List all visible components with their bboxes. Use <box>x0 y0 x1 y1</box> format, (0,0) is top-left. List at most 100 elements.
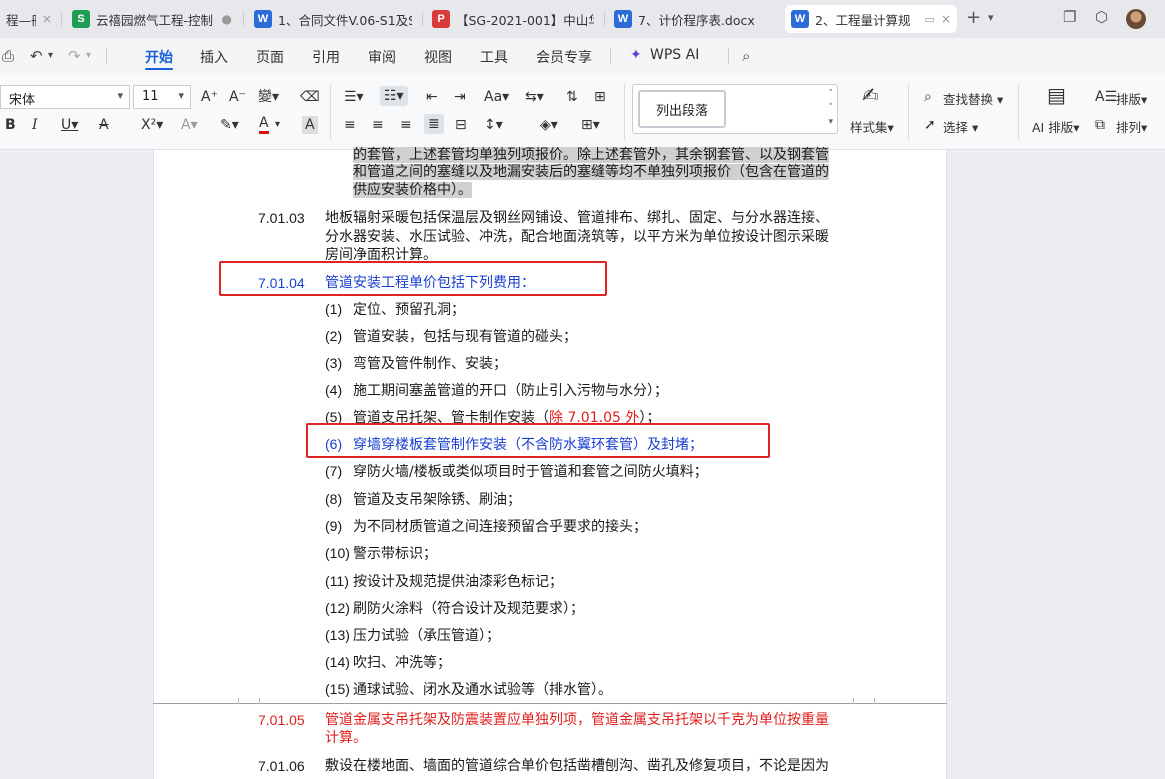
select-button[interactable]: 选择 ▾ <box>943 117 978 136</box>
close-icon[interactable]: × <box>42 12 52 26</box>
style-set-button[interactable]: 样式集▾ <box>850 117 894 136</box>
shading-icon[interactable]: ◈▾ <box>540 116 558 134</box>
bullet-list-icon[interactable]: ☰▾ <box>344 88 364 106</box>
style-set-icon[interactable]: ✍ <box>862 85 879 105</box>
align-left-icon[interactable]: ≡ <box>344 116 356 134</box>
tab-2[interactable]: W 1、合同文件V.06-S1及S2 <box>248 5 418 33</box>
distributed-icon[interactable]: ⊟ <box>455 116 467 134</box>
undo-icon[interactable]: ↶ <box>30 47 43 65</box>
list-item-number: (11) <box>325 573 349 589</box>
print-preview-icon[interactable]: ⎙ <box>2 47 14 65</box>
menu-insert[interactable]: 插入 <box>200 47 228 67</box>
close-icon[interactable]: ● <box>222 12 232 26</box>
numbered-list-icon[interactable]: ☷▾ <box>380 86 408 106</box>
find-replace-label: 查找替换 <box>943 92 994 107</box>
chevron-down-icon[interactable]: ▾ <box>275 116 280 134</box>
highlight-icon[interactable]: ✎▾ <box>220 116 239 134</box>
chevron-down-icon[interactable]: ▾ <box>86 50 91 61</box>
eraser-icon[interactable]: ⌫ <box>300 88 320 106</box>
superscript-icon[interactable]: X²▾ <box>141 116 163 134</box>
chevron-down-icon[interactable]: ▾ <box>988 11 994 24</box>
tab-4[interactable]: W 7、计价程序表.docx <box>608 5 778 33</box>
show-marks-icon[interactable]: ⊞ <box>594 88 606 106</box>
list-item: (2) 管道安装，包括与现有管道的碰头； <box>325 327 577 346</box>
menu-references[interactable]: 引用 <box>312 47 340 67</box>
font-size-combo[interactable]: 11 ▾ <box>133 85 191 109</box>
list-item-number: (8) <box>325 491 343 507</box>
strikethrough-icon[interactable]: A <box>99 116 109 134</box>
tab-label: 1、合同文件V.06-S1及S2 <box>278 12 412 28</box>
redo-icon[interactable]: ↷ <box>68 47 81 65</box>
menu-home[interactable]: 开始 <box>145 47 173 67</box>
menu-member[interactable]: 会员专享 <box>536 47 592 67</box>
paragraph-line: 地板辐射采暖包括保温层及钢丝网铺设、管道排布、绑扎、固定、与分水器连接、 <box>325 210 829 226</box>
paragraph-line: 管道金属支吊托架及防震装置应单独列项，管道金属支吊托架以千克为单位按重量 <box>325 712 829 728</box>
tab-1[interactable]: S 云禧园燃气工程-控制 ● <box>66 5 238 33</box>
list-item: (4) 施工期间塞盖管道的开口（防止引入污物与水分）； <box>325 381 668 400</box>
bold-icon[interactable]: B <box>5 116 16 134</box>
cursor-icon: ➚ <box>924 117 936 133</box>
new-tab-icon[interactable]: + <box>966 7 981 28</box>
avatar[interactable] <box>1126 9 1146 29</box>
arrange-button[interactable]: 排列▾ <box>1116 117 1147 136</box>
list-item: (12) 刷防火涂料（符合设计及规范要求）； <box>325 599 584 618</box>
underline-icon[interactable]: U▾ <box>61 116 78 134</box>
list-item-text: 通球试验、闭水及通水试验等（排水管）。 <box>353 682 612 698</box>
style-gallery[interactable]: 列出段落 ˄ ˅ ▾ <box>632 84 838 134</box>
tab-label: 2、工程量计算规 <box>815 12 911 28</box>
paragraph-line: 供应安装价格中）。 <box>353 182 472 198</box>
font-color-icon[interactable]: A <box>259 116 269 134</box>
align-center-icon[interactable]: ≡ <box>372 116 384 134</box>
menu-view[interactable]: 视图 <box>424 47 452 67</box>
align-right-icon[interactable]: ≡ <box>400 116 412 134</box>
list-item-number: (7) <box>325 463 343 479</box>
increase-indent-icon[interactable]: ⇥ <box>454 88 466 106</box>
style-preview-list-paragraph[interactable]: 列出段落 <box>638 90 726 128</box>
font-name-combo[interactable]: 宋体 ▾ <box>0 85 130 109</box>
list-item-number: (3) <box>325 355 343 371</box>
annotation-box <box>306 423 770 458</box>
list-item-text: 按设计及规范提供油漆彩色标记； <box>353 574 563 590</box>
decrease-font-icon[interactable]: A⁻ <box>229 88 246 106</box>
paragraph-line: 计算。 <box>325 730 367 746</box>
menu-review[interactable]: 审阅 <box>368 47 396 67</box>
borders-icon[interactable]: ⊞▾ <box>581 116 600 134</box>
active-menu-indicator <box>145 68 173 70</box>
close-icon[interactable]: × <box>941 12 951 26</box>
paragraph-line: 的套管，上述套管均单独列项报价。除上述套管外，其余钢套管、以及钢套管 <box>353 147 829 163</box>
tab-3[interactable]: P 【SG-2021-001】中山华 <box>426 5 600 33</box>
monitor-icon[interactable]: ▭ <box>925 13 935 26</box>
cube-icon[interactable]: ⬡ <box>1095 8 1108 26</box>
justify-icon[interactable]: ≣ <box>424 114 444 134</box>
margin-mark <box>853 698 875 704</box>
list-item: (11) 按设计及规范提供油漆彩色标记； <box>325 572 563 591</box>
list-item: (13) 压力试验（承压管道）； <box>325 626 500 645</box>
line-spacing-icon[interactable]: ↕▾ <box>484 116 503 134</box>
gallery-scroll[interactable]: ˄ ˅ ▾ <box>828 87 833 129</box>
increase-font-icon[interactable]: A⁺ <box>201 88 218 106</box>
layout-button[interactable]: 排版▾ <box>1116 89 1147 108</box>
change-case-icon[interactable]: Aa▾ <box>484 88 509 106</box>
search-icon[interactable]: ⌕ <box>742 47 750 65</box>
ai-layout-label: AI 排版 <box>1032 120 1074 135</box>
list-item-text: 刷防火涂料（符合设计及规范要求）； <box>353 601 584 617</box>
chevron-down-icon[interactable]: ▾ <box>48 50 53 61</box>
tab-5-active[interactable]: W 2、工程量计算规 ▭ × <box>785 5 957 33</box>
decrease-indent-icon[interactable]: ⇤ <box>426 88 438 106</box>
list-item: (15) 通球试验、闭水及通水试验等（排水管）。 <box>325 680 612 699</box>
menu-wps-ai[interactable]: WPS AI <box>650 47 699 63</box>
menu-tools[interactable]: 工具 <box>480 47 508 67</box>
char-shading-icon[interactable]: A <box>302 116 318 134</box>
ai-layout-icon[interactable]: ▤ <box>1047 85 1066 105</box>
text-effect-icon[interactable]: A▾ <box>181 116 198 134</box>
phonetic-guide-icon[interactable]: 變▾ <box>258 88 279 106</box>
find-replace-button[interactable]: 查找替换 ▾ <box>943 89 1003 108</box>
text-direction-icon[interactable]: ⇆▾ <box>525 88 544 106</box>
menu-page[interactable]: 页面 <box>256 47 284 67</box>
ai-layout-button[interactable]: AI 排版▾ <box>1032 117 1080 136</box>
window-restore-icon[interactable]: ❐ <box>1063 8 1076 26</box>
italic-icon[interactable]: I <box>32 116 38 134</box>
list-item-number: (10) <box>325 545 350 561</box>
sort-icon[interactable]: ⇅ <box>566 88 578 106</box>
tab-0[interactable]: 程—冊 × <box>0 5 58 33</box>
